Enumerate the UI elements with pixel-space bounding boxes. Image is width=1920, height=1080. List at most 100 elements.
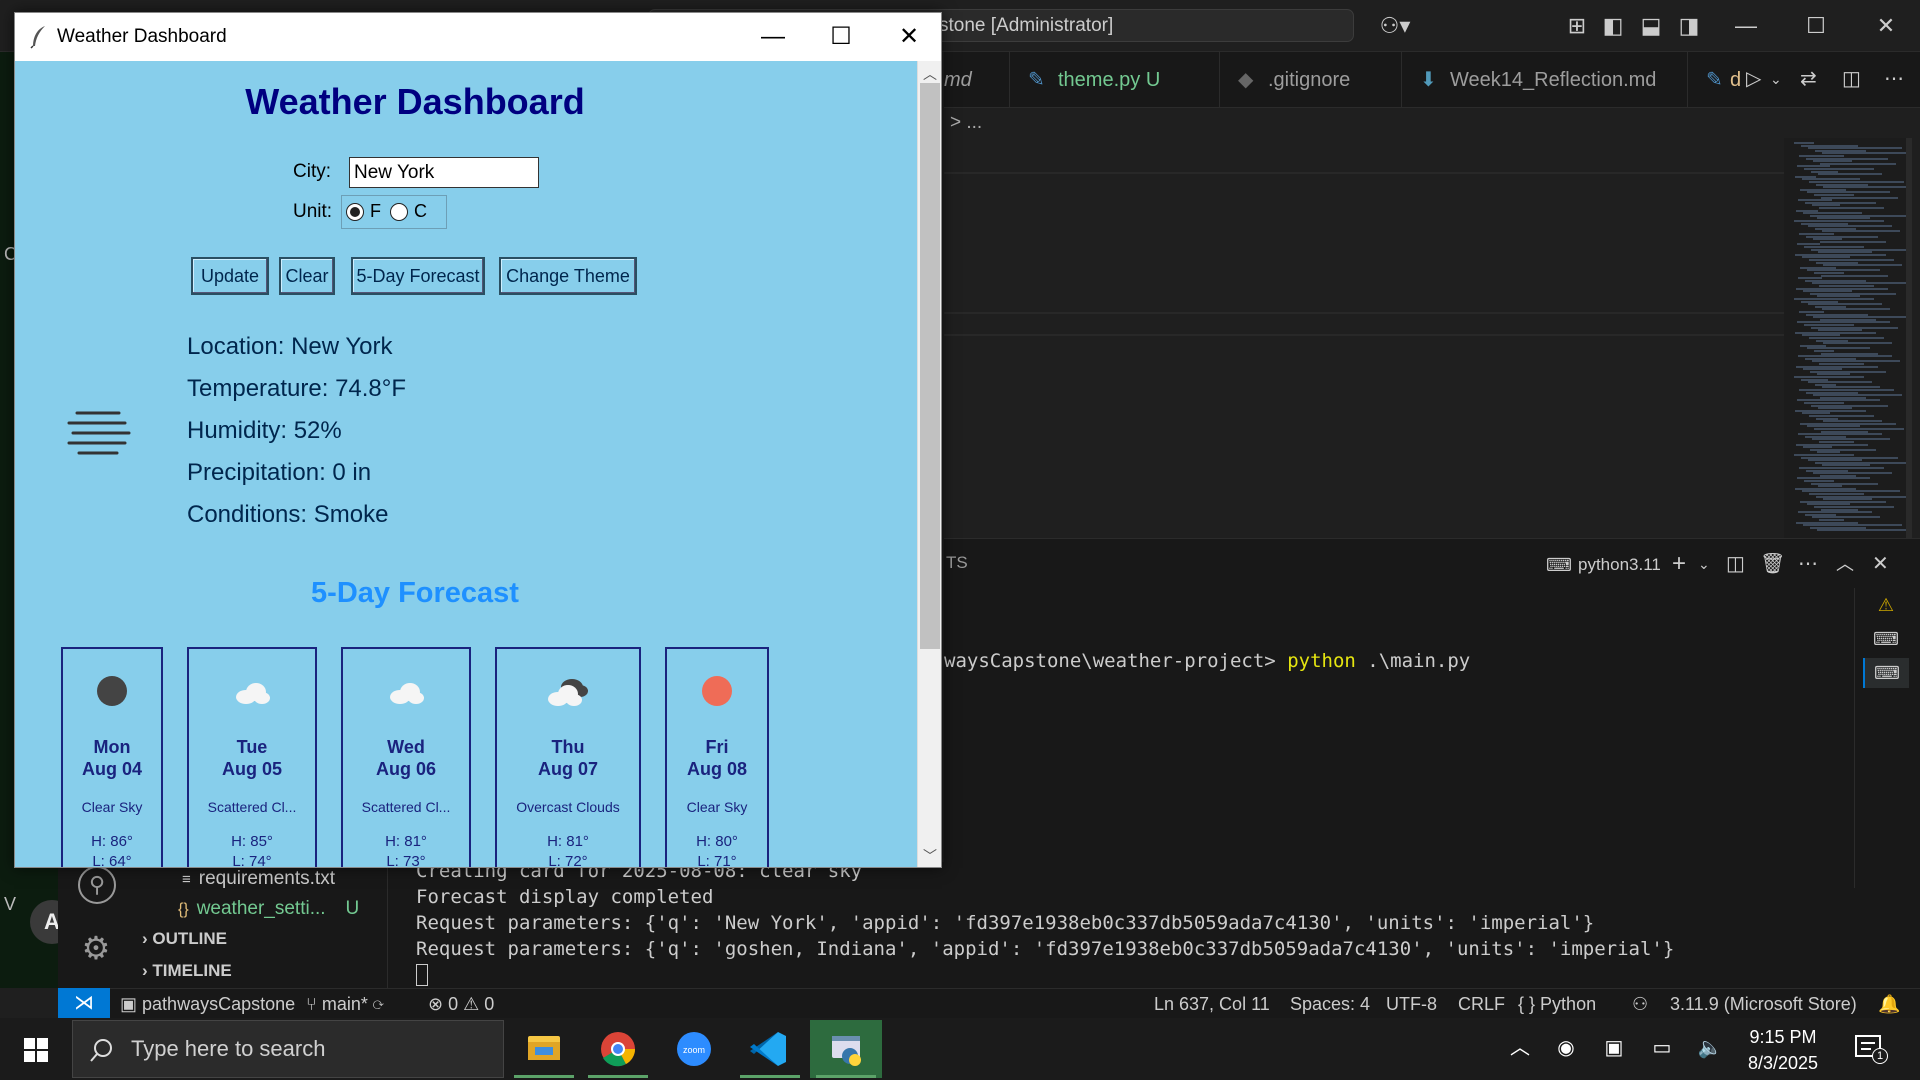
unit-option-f[interactable]: F	[370, 201, 381, 222]
section-timeline[interactable]: › TIMELINE	[134, 956, 388, 986]
minimap-line	[1821, 196, 1898, 199]
compare-changes-icon[interactable]: ⇄	[1800, 64, 1830, 94]
humidity-text: Humidity: 52%	[187, 417, 342, 444]
unit-radio-f[interactable]	[346, 203, 364, 221]
tab-d[interactable]: ✎ d	[1688, 52, 1746, 108]
vscode-minimize-button[interactable]: —	[1716, 8, 1776, 44]
taskbar-clock[interactable]: 9:15 PM 8/3/2025	[1728, 1024, 1838, 1076]
scroll-down-arrow-icon[interactable]: ﹀	[917, 845, 941, 867]
statusbar-position[interactable]: Ln 637, Col 11	[1154, 989, 1270, 1019]
unit-radio-c[interactable]	[390, 203, 408, 221]
display-icon[interactable]: ▣	[1596, 1030, 1632, 1066]
statusbar-repo[interactable]: ▣ pathwaysCapstone	[120, 989, 295, 1019]
terminal-command-arg: .\main.py	[1367, 650, 1471, 672]
location-text: Location: New York	[187, 333, 393, 360]
explorer-file-requirements[interactable]: ≡ requirements.txt	[134, 864, 388, 894]
file-explorer-app[interactable]	[508, 1020, 580, 1078]
split-terminal-icon[interactable]: ◫	[1726, 548, 1756, 580]
tab-week14-reflection[interactable]: ⬇ Week14_Reflection.md	[1402, 52, 1688, 108]
breadcrumb[interactable]: > ...	[944, 108, 1784, 138]
new-terminal-icon[interactable]: +	[1672, 548, 1698, 580]
forecast-high: H: 80°	[696, 833, 738, 850]
more-actions-icon[interactable]: ⋯	[1884, 64, 1914, 94]
change-theme-button[interactable]: Change Theme	[499, 257, 637, 295]
toggle-sidebar-icon[interactable]: ◧	[1596, 10, 1630, 42]
panel-more-icon[interactable]: ⋯	[1798, 548, 1828, 580]
minimap[interactable]	[1784, 138, 1912, 538]
dashboard-heading: Weather Dashboard	[245, 81, 585, 122]
forecast-card: Thu Aug 07 Overcast Clouds H: 81° L: 72°	[495, 647, 641, 867]
show-hidden-icons-icon[interactable]: ︿	[1502, 1030, 1538, 1066]
statusbar-interpreter[interactable]: 3.11.9 (Microsoft Store)	[1670, 989, 1857, 1019]
terminal-prompt: waysCapstone\weather-project>	[944, 650, 1276, 672]
tab-gitignore[interactable]: ◆ .gitignore	[1220, 52, 1402, 108]
statusbar-eol[interactable]: CRLF	[1458, 989, 1505, 1019]
update-button[interactable]: Update	[191, 257, 269, 295]
zoom-app[interactable]: zoom	[658, 1020, 730, 1078]
maximize-button[interactable]: ☐	[807, 13, 875, 61]
chrome-app[interactable]	[582, 1020, 654, 1078]
forecast-button[interactable]: 5-Day Forecast	[351, 257, 485, 295]
minimap-line	[1823, 342, 1892, 345]
scrollbar-thumb[interactable]	[920, 83, 940, 649]
tab-md[interactable]: md	[944, 52, 1010, 108]
run-menu-chevron-icon[interactable]: ⌄	[1770, 64, 1790, 94]
overcast-clouds-icon	[548, 679, 588, 706]
vscode-close-button[interactable]: ✕	[1856, 8, 1916, 44]
battery-icon[interactable]: ▭	[1644, 1030, 1680, 1066]
close-panel-icon[interactable]: ✕	[1872, 548, 1902, 580]
folder-icon	[528, 1036, 560, 1060]
section-label: TIMELINE	[152, 961, 232, 980]
statusbar-problems[interactable]: ⊗ 0 ⚠ 0	[428, 989, 494, 1019]
warning-icon[interactable]: ⚠	[1863, 590, 1909, 620]
clear-button[interactable]: Clear	[279, 257, 335, 295]
terminal-name[interactable]: python3.11	[1578, 550, 1661, 580]
toggle-secondary-sidebar-icon[interactable]: ◨	[1672, 10, 1706, 42]
toggle-panel-icon[interactable]: ⬓	[1634, 10, 1668, 42]
copilot-icon[interactable]: ⚇▾	[1370, 10, 1420, 42]
statusbar-branch[interactable]: ⑂ main* ⟳	[306, 989, 384, 1019]
copilot-status-icon[interactable]: ⚇	[1632, 989, 1648, 1019]
split-editor-icon[interactable]: ◫	[1842, 64, 1872, 94]
minimize-button[interactable]: —	[739, 13, 807, 61]
run-icon[interactable]: ▷	[1746, 64, 1772, 94]
section-outline[interactable]: › OUTLINE	[134, 924, 388, 954]
scroll-up-arrow-icon[interactable]: ︿	[917, 63, 941, 85]
unit-radio-group: F C	[341, 195, 447, 229]
vscode-maximize-button[interactable]: ☐	[1786, 8, 1846, 44]
maximize-panel-icon[interactable]: ︿	[1836, 548, 1866, 580]
editor-scrollbar[interactable]	[1906, 138, 1912, 538]
start-button[interactable]	[0, 1018, 72, 1080]
python-file-icon: ✎	[1706, 69, 1723, 91]
panel-tab-ports[interactable]: TS	[944, 548, 1004, 578]
remote-indicator-icon[interactable]: ⋊	[58, 988, 110, 1018]
editor-area[interactable]	[944, 138, 1784, 538]
vscode-app[interactable]	[734, 1020, 806, 1078]
taskbar-search[interactable]: Type here to search	[72, 1020, 504, 1078]
window-titlebar[interactable]: Weather Dashboard — ☐ ✕	[15, 13, 941, 61]
file-git-status: U	[345, 898, 360, 919]
notification-center-button[interactable]: 1	[1850, 1030, 1890, 1066]
account-icon[interactable]: ⚲	[78, 866, 116, 904]
python-app[interactable]	[810, 1020, 882, 1078]
terminal-launch-chevron-icon[interactable]: ⌄	[1698, 548, 1716, 580]
notifications-bell-icon[interactable]: 🔔	[1878, 989, 1900, 1019]
explorer-file-weather-settings[interactable]: {} weather_setti... U	[134, 894, 388, 924]
notification-count: 1	[1872, 1048, 1888, 1064]
close-button[interactable]: ✕	[875, 13, 941, 61]
unit-option-c[interactable]: C	[414, 201, 427, 222]
volume-icon[interactable]: 🔈	[1692, 1030, 1728, 1066]
tab-theme-py[interactable]: ✎ theme.py U	[1010, 52, 1220, 108]
statusbar-encoding[interactable]: UTF-8	[1386, 989, 1437, 1019]
app-running-indicator	[816, 1075, 876, 1078]
terminal-instance-icon[interactable]: ⌨	[1863, 624, 1909, 654]
customize-layout-icon[interactable]: ⊞	[1560, 10, 1594, 42]
statusbar-language[interactable]: { } Python	[1518, 989, 1596, 1019]
meet-now-icon[interactable]: ◉	[1548, 1030, 1584, 1066]
city-input[interactable]: New York	[349, 157, 539, 188]
settings-gear-icon[interactable]: ⚙	[76, 928, 116, 968]
feather-icon	[30, 26, 45, 49]
terminal-instance-icon[interactable]: ⌨	[1863, 658, 1909, 688]
statusbar-spaces[interactable]: Spaces: 4	[1290, 989, 1370, 1019]
kill-terminal-icon[interactable]: 🗑	[1760, 548, 1790, 580]
